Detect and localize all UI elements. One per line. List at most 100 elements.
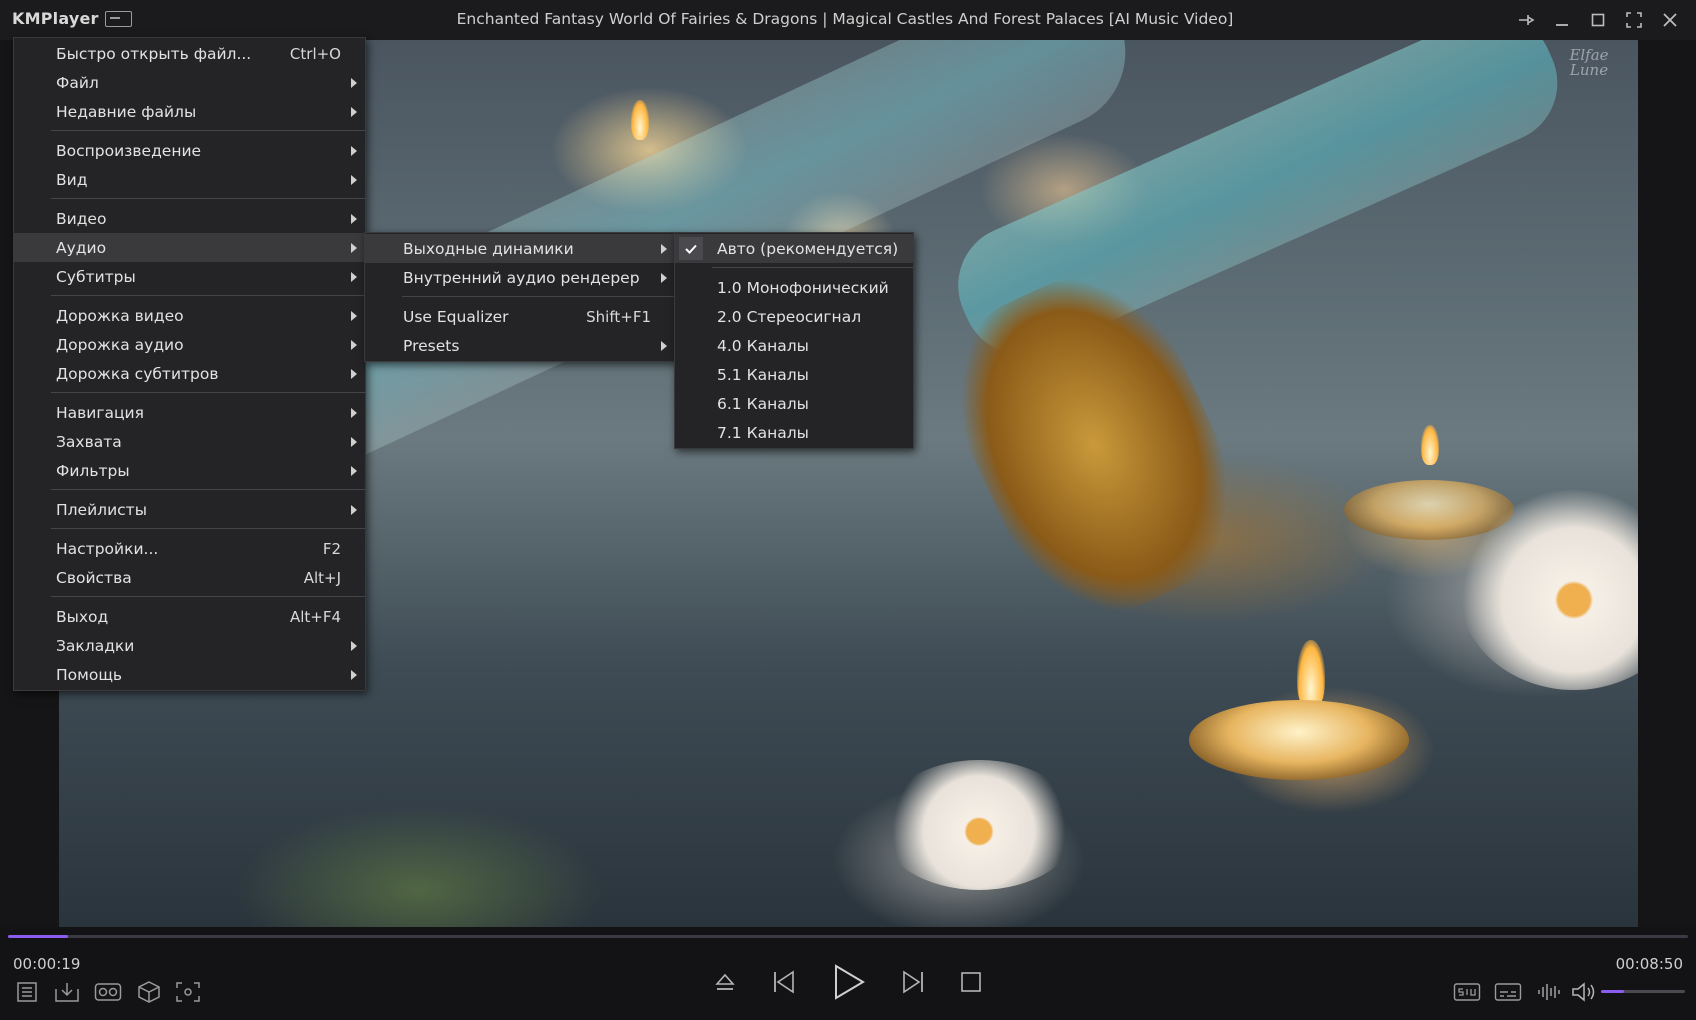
menu-item-label: Выход <box>56 607 109 626</box>
equalizer-icon[interactable] <box>1535 979 1563 1005</box>
menu-separator <box>402 296 675 297</box>
stop-icon[interactable] <box>958 969 984 995</box>
submenu-arrow-icon <box>661 244 667 254</box>
submenu-arrow-icon <box>351 408 357 418</box>
menu-item-video-track[interactable]: Дорожка видео <box>14 301 365 330</box>
menu-item-label: 1.0 Монофонический <box>717 278 889 297</box>
subtitle-icon[interactable] <box>1493 979 1523 1005</box>
app-logo[interactable]: KMPlayer <box>12 9 99 28</box>
menu-item-shortcut: Shift+F1 <box>586 307 651 326</box>
menu-item-subtitle-track[interactable]: Дорожка субтитров <box>14 359 365 388</box>
context-menu-output-speakers: Авто (рекомендуется) 1.0 Монофонический … <box>674 232 914 449</box>
audio-channel-icon[interactable] <box>1452 979 1482 1005</box>
menu-item-filters[interactable]: Фильтры <box>14 456 365 485</box>
total-time[interactable]: 00:08:50 <box>1616 955 1683 973</box>
submenu-arrow-icon <box>661 273 667 283</box>
menu-item-file[interactable]: Файл <box>14 68 365 97</box>
menu-item-exit[interactable]: Выход Alt+F4 <box>14 602 365 631</box>
menu-item-label: 7.1 Каналы <box>717 423 809 442</box>
menu-item-shortcut: Alt+F4 <box>289 607 341 626</box>
menu-item-navigation[interactable]: Навигация <box>14 398 365 427</box>
menu-item-capture[interactable]: Захвата <box>14 427 365 456</box>
menu-item-settings[interactable]: Настройки... F2 <box>14 534 365 563</box>
compact-mode-icon[interactable] <box>105 11 132 27</box>
menu-item-label: 4.0 Каналы <box>717 336 809 355</box>
play-icon[interactable] <box>829 961 869 1003</box>
menu-item-use-equalizer[interactable]: Use Equalizer Shift+F1 <box>365 302 675 331</box>
watermark-line-2: Lune <box>1569 61 1609 79</box>
menu-item-label: Воспроизведение <box>56 141 202 160</box>
volume-slider-level <box>1601 990 1624 993</box>
pin-on-top-icon[interactable] <box>1512 6 1540 34</box>
next-icon[interactable] <box>898 967 928 997</box>
previous-icon[interactable] <box>769 967 799 997</box>
seek-bar-progress <box>8 935 69 938</box>
3d-cube-icon[interactable] <box>136 978 162 1006</box>
minimize-icon[interactable] <box>1548 6 1576 34</box>
menu-separator <box>51 130 365 131</box>
close-icon[interactable] <box>1656 6 1684 34</box>
menu-item-recent-files[interactable]: Недавние файлы <box>14 97 365 126</box>
menu-item-label: Внутренний аудио рендерер <box>403 268 640 287</box>
menu-item-internal-audio-renderer[interactable]: Внутренний аудио рендерер <box>365 263 675 292</box>
window-controls <box>1512 6 1684 34</box>
menu-item-label: Фильтры <box>56 461 130 480</box>
submenu-arrow-icon <box>351 175 357 185</box>
submenu-arrow-icon <box>351 670 357 680</box>
menu-item-label: 2.0 Стереосигнал <box>717 307 862 326</box>
submenu-arrow-icon <box>351 340 357 350</box>
channel-watermark: Elfae Lune <box>1554 48 1624 88</box>
menu-item-label: Вид <box>56 170 88 189</box>
volume-slider[interactable] <box>1601 990 1685 993</box>
menu-item-quick-open[interactable]: Быстро открыть файл... Ctrl+O <box>14 39 365 68</box>
vr-icon[interactable] <box>93 979 123 1005</box>
menu-item-view[interactable]: Вид <box>14 165 365 194</box>
menu-item-playlists[interactable]: Плейлисты <box>14 495 365 524</box>
menu-item-speakers-auto[interactable]: Авто (рекомендуется) <box>675 234 913 263</box>
fullscreen-icon[interactable] <box>1620 6 1648 34</box>
download-icon[interactable] <box>53 979 81 1005</box>
maximize-icon[interactable] <box>1584 6 1612 34</box>
playlist-icon[interactable] <box>14 979 40 1005</box>
title-bar: KMPlayer Enchanted Fantasy World Of Fair… <box>0 0 1696 40</box>
menu-item-bookmarks[interactable]: Закладки <box>14 631 365 660</box>
menu-item-help[interactable]: Помощь <box>14 660 365 689</box>
menu-item-speakers-mono[interactable]: 1.0 Монофонический <box>675 273 913 302</box>
menu-item-speakers-stereo[interactable]: 2.0 Стереосигнал <box>675 302 913 331</box>
eject-icon[interactable] <box>711 967 739 997</box>
menu-item-properties[interactable]: Свойства Alt+J <box>14 563 365 592</box>
screen-capture-icon[interactable] <box>174 979 202 1005</box>
menu-item-speakers-5-1[interactable]: 5.1 Каналы <box>675 360 913 389</box>
menu-item-label: Быстро открыть файл... <box>56 44 252 63</box>
seek-bar[interactable] <box>8 935 1688 938</box>
submenu-arrow-icon <box>351 272 357 282</box>
volume-icon[interactable] <box>1570 979 1598 1005</box>
menu-item-label: Дорожка аудио <box>56 335 184 354</box>
submenu-arrow-icon <box>351 78 357 88</box>
current-time: 00:00:19 <box>13 955 81 973</box>
menu-item-shortcut: F2 <box>322 539 341 558</box>
menu-item-label: 6.1 Каналы <box>717 394 809 413</box>
menu-separator <box>51 392 365 393</box>
submenu-arrow-icon <box>351 311 357 321</box>
menu-item-label: Помощь <box>56 665 123 684</box>
menu-item-playback[interactable]: Воспроизведение <box>14 136 365 165</box>
submenu-arrow-icon <box>661 341 667 351</box>
menu-item-speakers-7-1[interactable]: 7.1 Каналы <box>675 418 913 447</box>
menu-item-video[interactable]: Видео <box>14 204 365 233</box>
menu-item-speakers-4-0[interactable]: 4.0 Каналы <box>675 331 913 360</box>
menu-item-label: 5.1 Каналы <box>717 365 809 384</box>
submenu-arrow-icon <box>351 107 357 117</box>
submenu-arrow-icon <box>351 243 357 253</box>
menu-item-audio[interactable]: Аудио <box>14 233 365 262</box>
video-candle <box>1189 700 1409 780</box>
menu-separator <box>51 489 365 490</box>
menu-item-speakers-6-1[interactable]: 6.1 Каналы <box>675 389 913 418</box>
menu-item-audio-track[interactable]: Дорожка аудио <box>14 330 365 359</box>
menu-item-label: Выходные динамики <box>403 239 574 258</box>
menu-item-shortcut: Alt+J <box>303 568 341 587</box>
menu-item-presets[interactable]: Presets <box>365 331 675 360</box>
submenu-arrow-icon <box>351 369 357 379</box>
menu-item-subtitles[interactable]: Субтитры <box>14 262 365 291</box>
menu-item-output-speakers[interactable]: Выходные динамики <box>365 234 675 263</box>
